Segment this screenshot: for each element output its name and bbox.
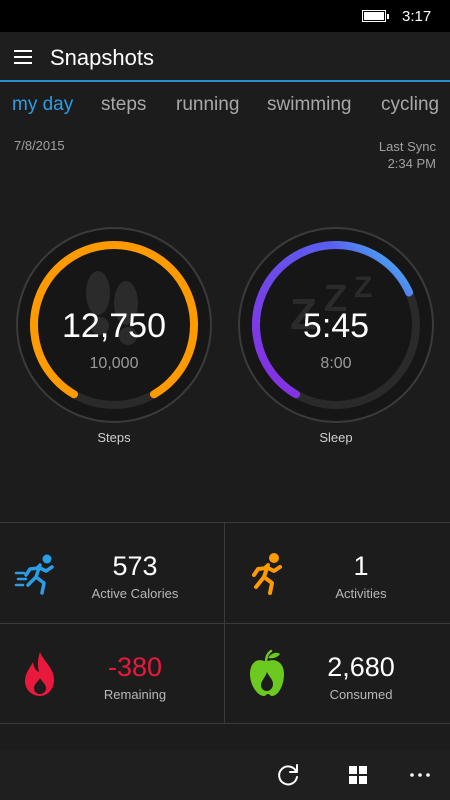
steps-label: Steps xyxy=(97,430,131,445)
consumed-tile[interactable]: 2,680 Consumed xyxy=(226,624,450,724)
sleep-value: 5:45 xyxy=(302,307,370,345)
sleep-label: Sleep xyxy=(319,430,353,445)
last-sync: Last Sync 2:34 PM xyxy=(379,138,436,172)
pivot-tabs: my day steps running swimming cycling xyxy=(0,84,450,130)
active-calories-value: 573 xyxy=(112,551,158,581)
activities-tile[interactable]: 1 Activities xyxy=(226,523,450,623)
status-clock: 3:17 xyxy=(402,8,432,25)
flame-icon xyxy=(25,652,54,696)
consumed-value: 2,680 xyxy=(327,652,395,682)
consumed-label: Consumed xyxy=(329,687,393,702)
steps-gauge[interactable]: 12,750 10,000 xyxy=(14,225,214,425)
sleep-goal: 8:00 xyxy=(320,355,352,372)
last-sync-time: 2:34 PM xyxy=(387,156,436,171)
sleep-gauge[interactable]: Z Z Z 5:45 8:00 xyxy=(236,225,436,425)
grid-icon[interactable] xyxy=(345,762,371,788)
apple-icon xyxy=(250,649,284,696)
battery-full-icon xyxy=(362,10,389,22)
activities-value: 1 xyxy=(353,551,369,581)
last-sync-label: Last Sync xyxy=(378,139,436,154)
app-bar: Snapshots xyxy=(0,32,450,82)
runner-icon xyxy=(252,553,282,595)
remaining-label: Remaining xyxy=(103,687,167,702)
more-icon[interactable] xyxy=(407,762,433,788)
steps-goal: 10,000 xyxy=(89,355,139,372)
remaining-value: -380 xyxy=(107,652,163,682)
current-date: 7/8/2015 xyxy=(14,138,65,153)
activities-label: Activities xyxy=(335,586,387,601)
svg-text:Z: Z xyxy=(354,271,372,304)
hamburger-menu-icon[interactable] xyxy=(14,50,32,64)
remaining-tile[interactable]: -380 Remaining xyxy=(0,624,224,724)
tab-cycling[interactable]: cycling xyxy=(381,94,439,116)
tab-running[interactable]: running xyxy=(176,94,239,116)
page-title: Snapshots xyxy=(50,45,154,70)
steps-value: 12,750 xyxy=(62,307,166,345)
active-calories-label: Active Calories xyxy=(91,586,179,601)
active-calories-tile[interactable]: 573 Active Calories xyxy=(0,523,224,623)
bottom-app-bar xyxy=(0,750,450,800)
refresh-icon[interactable] xyxy=(275,762,301,788)
tab-steps[interactable]: steps xyxy=(101,94,146,116)
tab-swimming[interactable]: swimming xyxy=(267,94,351,116)
running-person-icon xyxy=(14,554,54,595)
stats-grid: 573 Active Calories 1 Activities -380 Re… xyxy=(0,522,450,724)
tab-my-day[interactable]: my day xyxy=(12,94,73,116)
status-bar: 3:17 xyxy=(0,0,450,32)
